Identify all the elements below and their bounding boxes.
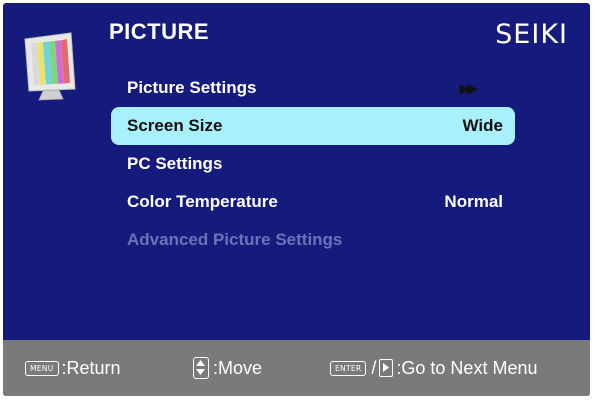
- enter-key-icon: ENTER: [330, 360, 367, 376]
- hint-move: :Move: [193, 340, 262, 396]
- monitor-color-bars-icon: [21, 29, 85, 101]
- menu-item-color-temperature[interactable]: Color Temperature Normal: [111, 183, 515, 221]
- menu-item-advanced-picture-settings: Advanced Picture Settings: [111, 221, 515, 259]
- osd-menu: PICTURE SEIKI Picture Settings ▶▶ Screen…: [3, 3, 590, 396]
- menu-item-label: Color Temperature: [127, 192, 278, 211]
- hint-return-label: :Return: [61, 357, 121, 378]
- up-down-key-icon: [193, 357, 209, 379]
- menu-item-label: Picture Settings: [127, 78, 257, 97]
- right-key-icon: [379, 359, 394, 377]
- menu-item-value: Wide: [462, 116, 503, 135]
- menu-item-picture-settings[interactable]: Picture Settings ▶▶: [111, 69, 515, 107]
- double-arrow-right-icon: ▶▶: [459, 80, 477, 96]
- hint-separator: /: [371, 357, 377, 378]
- hint-return: MENU :Return: [25, 340, 121, 396]
- menu-item-screen-size[interactable]: Screen Size Wide: [111, 107, 515, 145]
- key-hint-bar: MENU :Return :Move ENTER / :Go to Next M…: [3, 340, 590, 396]
- menu-item-pc-settings[interactable]: PC Settings: [111, 145, 515, 183]
- menu-item-label: PC Settings: [127, 154, 223, 173]
- menu-item-label: Screen Size: [127, 116, 223, 135]
- menu-list: Picture Settings ▶▶ Screen Size Wide PC …: [111, 69, 515, 259]
- hint-next-menu: ENTER / :Go to Next Menu: [330, 340, 537, 396]
- menu-title: PICTURE: [109, 19, 210, 44]
- hint-move-label: :Move: [213, 357, 263, 378]
- brand-logo: SEIKI: [495, 19, 568, 50]
- hint-next-menu-label: :Go to Next Menu: [396, 357, 538, 378]
- menu-key-icon: MENU: [25, 360, 59, 376]
- menu-item-label: Advanced Picture Settings: [127, 230, 343, 249]
- menu-item-value: Normal: [444, 192, 503, 211]
